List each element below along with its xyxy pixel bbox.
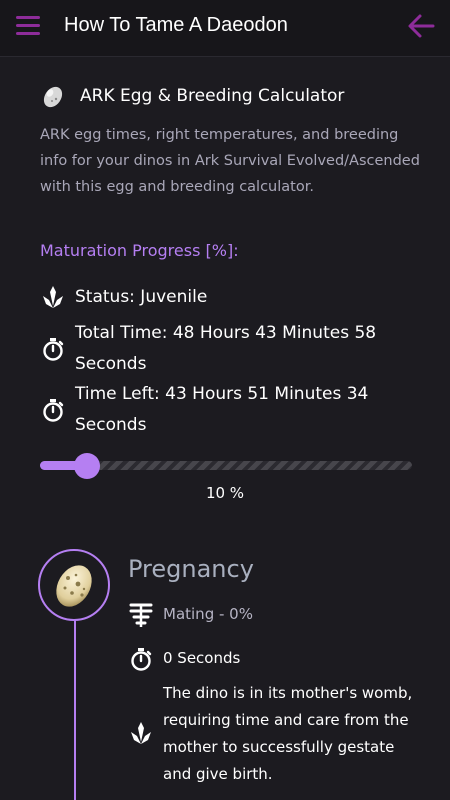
mating-row: Mating - 0%: [128, 601, 428, 629]
card-header: ARK Egg & Breeding Calculator: [40, 84, 420, 112]
egg-icon: [43, 86, 63, 108]
calculator-title: ARK Egg & Breeding Calculator: [80, 86, 345, 106]
mating-text: Mating - 0%: [163, 605, 253, 623]
time-left-label: Time Left:: [75, 384, 160, 404]
app-bar: How To Tame A Daeodon: [0, 0, 450, 57]
stopwatch-icon: [131, 648, 152, 671]
calculator-description: ARK egg times, right temperatures, and b…: [40, 127, 420, 195]
time-left-text: Time Left: 43 Hours 51 Minutes 34 Second…: [75, 379, 415, 441]
progress-knob[interactable]: [74, 453, 100, 479]
stopwatch-icon: [43, 338, 64, 361]
dino-claw-icon: [43, 286, 63, 308]
time-left-row: Time Left: 43 Hours 51 Minutes 34 Second…: [40, 379, 420, 441]
total-time-row: Total Time: 48 Hours 43 Minutes 58 Secon…: [40, 318, 420, 380]
dna-helix-icon: [129, 603, 153, 627]
duration-text: 0 Seconds: [163, 649, 241, 667]
dino-egg-icon: [56, 565, 92, 607]
stopwatch-icon: [43, 399, 64, 422]
timeline-line: [74, 620, 76, 800]
maturation-progress-label: Maturation Progress [%]:: [40, 241, 239, 260]
dino-claw-icon: [131, 722, 151, 744]
progress-percent: 10 %: [205, 484, 245, 502]
maturation-progress-slider[interactable]: [40, 453, 412, 479]
duration-row: 0 Seconds: [128, 645, 428, 673]
timeline-stage-node: [38, 549, 110, 621]
hamburger-menu-icon[interactable]: [16, 16, 40, 36]
page-title: How To Tame A Daeodon: [64, 14, 288, 36]
status-row: Status: Juvenile: [40, 282, 420, 313]
stage-description-row: The dino is in its mother's womb, requir…: [128, 680, 428, 790]
total-time-text: Total Time: 48 Hours 43 Minutes 58 Secon…: [75, 318, 415, 380]
total-time-label: Total Time:: [75, 323, 168, 343]
status-text: Status: Juvenile: [75, 287, 208, 307]
stage-title: Pregnancy: [128, 555, 254, 583]
arrow-left-icon[interactable]: [406, 12, 436, 40]
stage-description: The dino is in its mother's womb, requir…: [163, 684, 413, 783]
